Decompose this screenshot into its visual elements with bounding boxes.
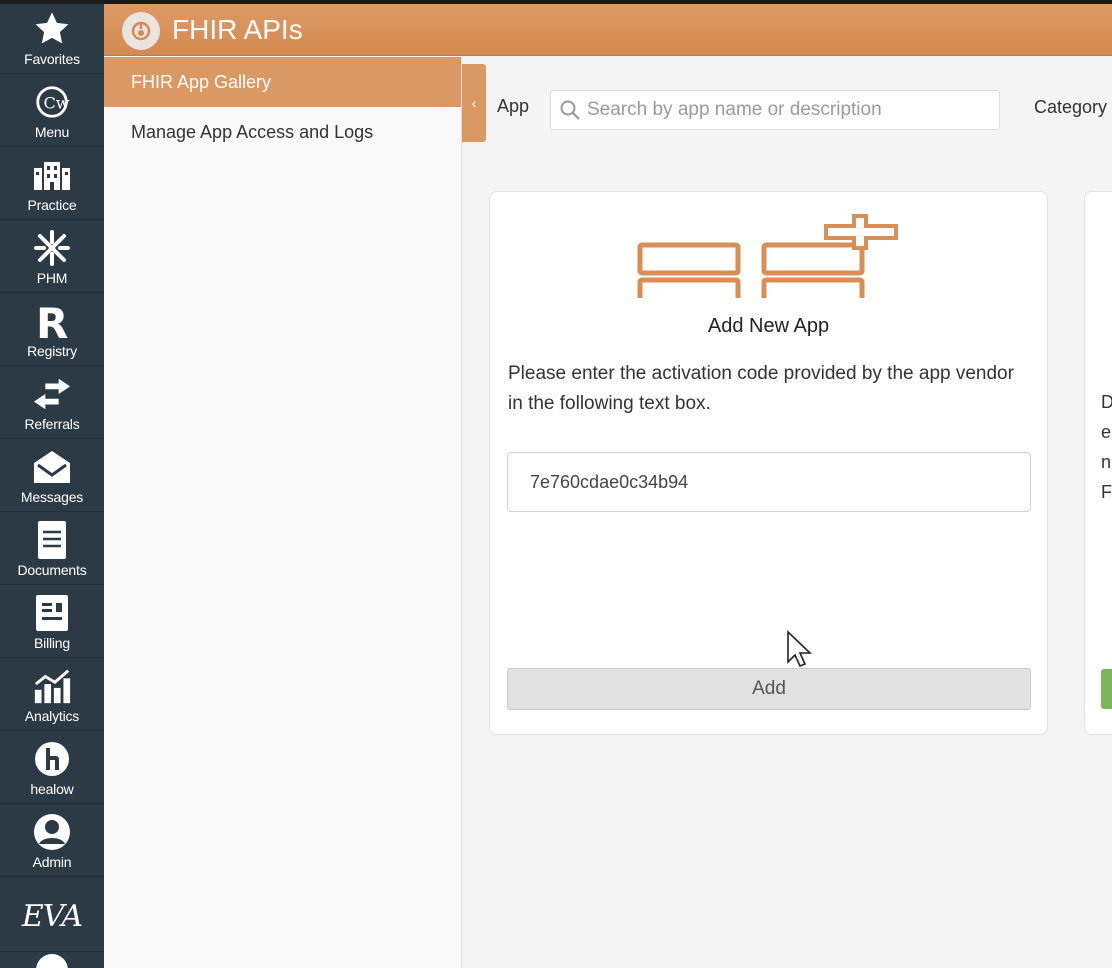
collapse-sidebar-button[interactable]: ‹ [462,64,486,142]
search-icon [560,100,580,120]
add-app-grid-icon [637,214,898,298]
card-description: Please enter the activation code provide… [508,363,1014,414]
rail-label: PHM [36,270,68,286]
rail-label: Favorites [24,51,80,67]
mouse-cursor-icon [787,630,812,668]
billing-icon [32,593,72,633]
rail-label: Registry [27,343,77,359]
card-title: Add New App [707,315,830,337]
rail-item-phm[interactable]: PHM [0,221,104,293]
more-icon[interactable] [36,954,68,968]
rail-item-menu[interactable]: Cw Menu [0,75,104,147]
rail-item-admin[interactable]: Admin [0,805,104,877]
search-input[interactable] [587,91,987,129]
category-filter-label: Category [1034,97,1108,117]
rail-item-billing[interactable]: Billing [0,586,104,658]
healow-icon [32,739,72,779]
star-icon [32,9,72,49]
card2-action-button[interactable] [1101,669,1112,709]
app-rail: Favorites Cw Menu Practice PHM R Registr… [0,0,1112,968]
cw-logo-icon: Cw [32,82,72,122]
app-search-box[interactable] [550,90,1000,130]
swap-arrows-icon [32,374,72,414]
rail-label: Practice [27,197,77,213]
rail-label: Analytics [24,708,80,724]
fhir-logo-icon [122,12,160,50]
svg-text:Cw: Cw [43,94,69,113]
envelope-icon [32,447,72,487]
rail-label: Referrals [24,416,80,432]
phm-icon [32,228,72,268]
rail-label: Messages [20,489,84,505]
analytics-icon [32,666,72,706]
rail-label: Admin [32,854,72,870]
app-filter-label: App [497,96,530,116]
page-header: FHIR APIs [104,4,1112,56]
secondary-sidebar: FHIR App Gallery Manage App Access and L… [104,57,462,968]
rail-item-documents[interactable]: Documents [0,513,104,585]
add-new-app-card: Add New App Please enter the activation … [489,191,1048,735]
card2-text-fragment: n [1101,452,1112,472]
building-icon [32,155,72,195]
subnav-item-fhir-app-gallery[interactable]: FHIR App Gallery [104,57,461,107]
rail-item-messages[interactable]: Messages [0,440,104,512]
user-icon [32,812,72,852]
activation-code-input[interactable] [507,452,1031,512]
rail-item-healow[interactable]: healow [0,732,104,804]
page-title: FHIR APIs [172,14,303,45]
card2-text-fragment: e [1101,422,1112,442]
rail-item-analytics[interactable]: Analytics [0,659,104,731]
subnav-item-manage-app-access[interactable]: Manage App Access and Logs [104,107,461,157]
app-card-partial: D e n F [1084,191,1112,735]
chevron-left-icon: ‹ [471,95,477,111]
eva-logo[interactable]: EVA [0,882,104,952]
eva-logo-text: EVA [21,899,83,934]
card2-text-fragment: D [1101,392,1112,413]
rail-label: Documents [17,562,87,578]
svg-text:R: R [36,300,68,342]
rail-label: Billing [34,635,70,651]
rail-item-practice[interactable]: Practice [0,148,104,220]
rail-item-favorites[interactable]: Favorites [0,4,104,74]
registry-r-icon: R [32,300,72,342]
rail-item-registry[interactable]: R Registry [0,294,104,366]
rail-label: Menu [34,124,70,140]
card2-text-fragment: F [1101,482,1112,502]
rail-label: healow [30,781,74,797]
rail-item-referrals[interactable]: Referrals [0,367,104,439]
document-icon [32,520,72,560]
add-button[interactable]: Add [507,668,1031,710]
